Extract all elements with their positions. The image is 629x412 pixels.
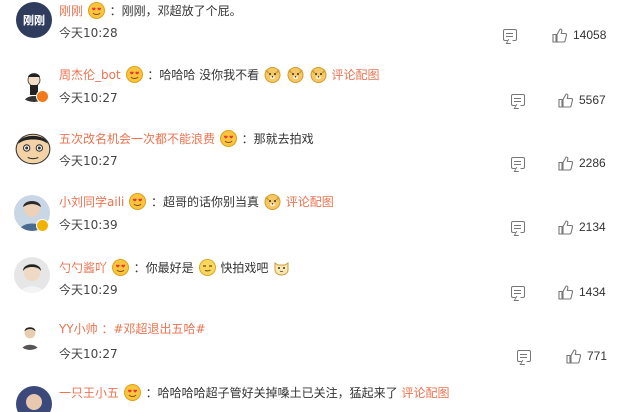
heart-eyes-emoji-icon: [87, 2, 105, 19]
reply-icon[interactable]: [511, 94, 525, 106]
comment-line: 刚刚 ：刚刚，邓超放了个屁。: [59, 2, 242, 20]
cat-emoji-icon: [273, 259, 290, 276]
like-count: 2134: [579, 220, 606, 234]
reply-icon[interactable]: [503, 29, 517, 41]
comment-time: 今天10:27: [59, 347, 118, 361]
reply-icon[interactable]: [511, 221, 525, 233]
doge-emoji-icon: [264, 193, 281, 210]
reply-icon[interactable]: [511, 286, 525, 298]
thumbs-up-icon: [566, 348, 581, 364]
comment-text: ：刚刚，邓超放了个屁。: [109, 4, 242, 18]
username-link[interactable]: 五次改名机会一次都不能浪费: [59, 132, 215, 146]
heart-eyes-emoji-icon: [111, 259, 129, 276]
heart-eyes-emoji-icon: [123, 384, 141, 401]
comment-image-link[interactable]: 评论配图: [402, 386, 450, 400]
like-button[interactable]: 771: [566, 347, 607, 365]
like-count: 5567: [579, 93, 606, 107]
doge-emoji-icon: [310, 66, 327, 83]
comment-text: ：超哥的话你别当真: [151, 195, 260, 209]
like-button[interactable]: 1434: [558, 283, 606, 301]
thumbs-up-icon: [558, 92, 573, 108]
comment-line: YY小帅 ：#邓超退出五哈#: [59, 320, 206, 338]
comment-time: 今天10:27: [59, 154, 118, 168]
comment-text: ：哈哈哈哈超子管好关掉嗓土已关注，猛起来了: [145, 386, 398, 400]
comment-text: 快拍戏吧: [220, 261, 269, 275]
comment-time: 今天10:28: [59, 26, 118, 40]
comment-time: 今天10:27: [59, 91, 118, 105]
smirk-emoji-icon: [198, 259, 216, 276]
like-button[interactable]: 14058: [552, 26, 606, 44]
like-button[interactable]: 5567: [558, 91, 606, 109]
username-link[interactable]: 小刘同学aili: [59, 195, 124, 209]
reply-icon[interactable]: [517, 350, 531, 362]
comment-line: 五次改名机会一次都不能浪费 ：那就去拍戏: [59, 130, 314, 148]
heart-eyes-emoji-icon: [219, 130, 237, 147]
avatar[interactable]: [14, 129, 52, 167]
avatar[interactable]: [16, 322, 44, 350]
topic-link[interactable]: ：#邓超退出五哈#: [102, 322, 206, 336]
comment-line: 小刘同学aili ：超哥的话你别当真 评论配图: [59, 193, 334, 211]
heart-eyes-emoji-icon: [129, 193, 147, 210]
reply-icon[interactable]: [511, 157, 525, 169]
avatar[interactable]: [16, 386, 52, 412]
comment-text: ：你最好是: [133, 261, 194, 275]
username-link[interactable]: 刚刚: [59, 4, 83, 18]
like-count: 1434: [579, 285, 606, 299]
verified-badge: [36, 219, 49, 232]
doge-emoji-icon: [287, 66, 304, 83]
comment-line: 周杰伦_bot ：哈哈哈 没你我不看 评论配图: [59, 66, 379, 84]
thumbs-up-icon: [558, 155, 573, 171]
heart-eyes-emoji-icon: [125, 66, 143, 83]
like-button[interactable]: 2134: [558, 218, 606, 236]
thumbs-up-icon: [558, 284, 573, 300]
username-link[interactable]: YY小帅: [59, 322, 98, 336]
like-count: 14058: [573, 28, 607, 42]
comment-line: 勺勺酱吖 ：你最好是 快拍戏吧: [59, 259, 291, 277]
comment-image-link[interactable]: 评论配图: [286, 195, 334, 209]
comment-image-link[interactable]: 评论配图: [331, 68, 379, 82]
comment-time: 今天10:29: [59, 283, 118, 297]
thumbs-up-icon: [552, 27, 567, 43]
avatar[interactable]: 刚刚: [16, 2, 52, 38]
comment-line: 一只王小五 ：哈哈哈哈超子管好关掉嗓土已关注，猛起来了 评论配图: [59, 384, 450, 402]
like-count: 2286: [579, 156, 606, 170]
like-button[interactable]: 2286: [558, 154, 606, 172]
username-link[interactable]: 勺勺酱吖: [59, 261, 107, 275]
avatar[interactable]: [14, 257, 50, 293]
username-link[interactable]: 周杰伦_bot: [59, 68, 121, 82]
thumbs-up-icon: [558, 219, 573, 235]
like-count: 771: [587, 349, 608, 363]
doge-emoji-icon: [264, 66, 281, 83]
username-link[interactable]: 一只王小五: [59, 386, 119, 400]
comment-time: 今天10:39: [59, 218, 118, 232]
svg-text:刚刚: 刚刚: [23, 13, 45, 27]
comment-text: ：哈哈哈 没你我不看: [147, 68, 260, 82]
verified-badge: [36, 90, 49, 103]
comment-text: ：那就去拍戏: [241, 132, 314, 146]
